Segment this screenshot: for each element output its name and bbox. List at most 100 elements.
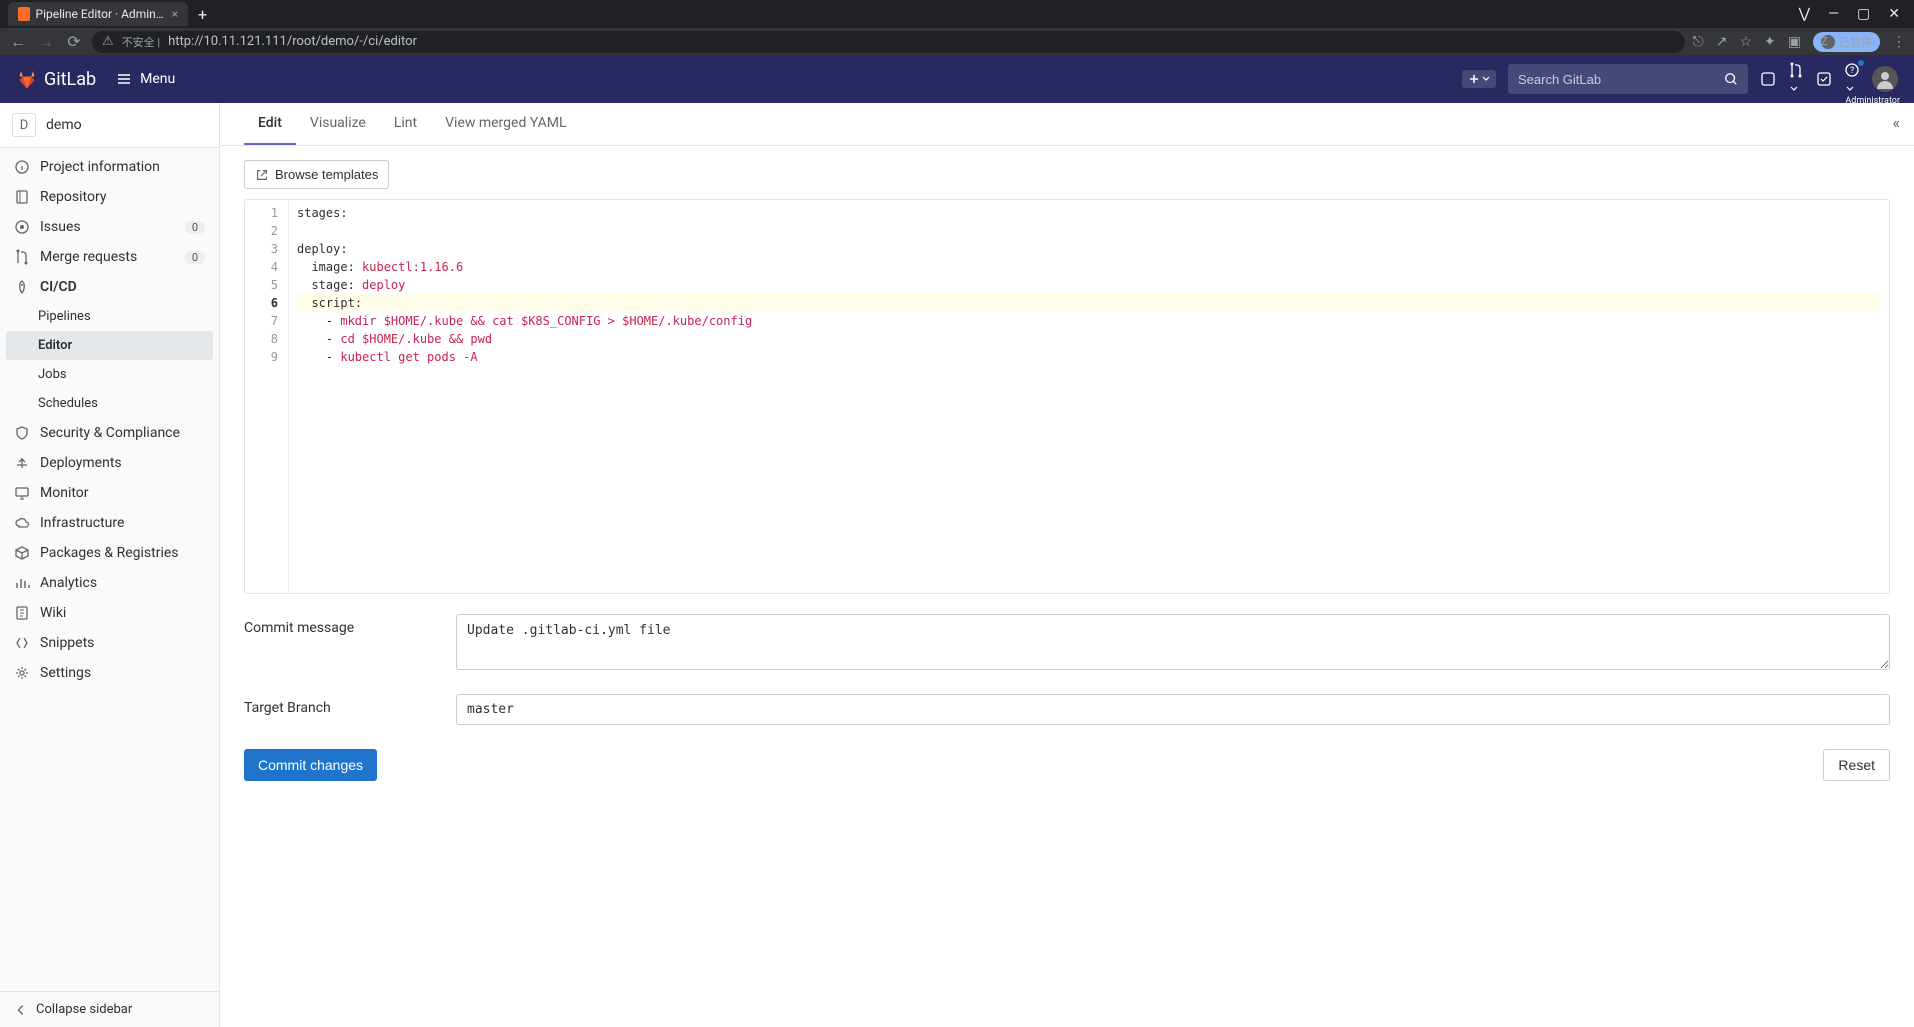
translate-icon[interactable]: ⎋ (1693, 34, 1704, 50)
address-bar[interactable]: ⚠ 不安全 | http://10.11.121.111/root/demo/-… (92, 31, 1685, 53)
sidebar-item-settings[interactable]: Settings (0, 658, 219, 688)
profile-avatar-icon: Z (1821, 35, 1835, 49)
commit-actions: Commit changes Reset (244, 749, 1890, 781)
collapse-right-panel-icon[interactable]: « (1892, 113, 1900, 132)
minimize-icon[interactable]: — (1828, 6, 1839, 22)
sidebar-item-label: Issues (40, 219, 81, 235)
sidebar-item-schedules[interactable]: Schedules (0, 389, 219, 418)
search-icon (1724, 72, 1738, 86)
package-icon (14, 545, 30, 561)
merge-requests-shortcut-icon[interactable] (1788, 62, 1804, 97)
settings-icon (14, 665, 30, 681)
share-icon[interactable]: ↗ (1716, 34, 1728, 50)
project-sidebar: D demo Project information Repository Issu… (0, 103, 220, 1027)
sidebar-item-issues[interactable]: Issues0 (0, 212, 219, 242)
chevron-down-icon (1482, 75, 1490, 83)
user-avatar[interactable]: Administrator (1872, 66, 1898, 92)
back-icon[interactable]: ← (8, 32, 28, 52)
sidebar-item-analytics[interactable]: Analytics (0, 568, 219, 598)
issues-shortcut-icon[interactable] (1760, 71, 1776, 87)
sidepanel-icon[interactable]: ▣ (1788, 34, 1801, 50)
browser-toolbar: ← → ⟳ ⚠ 不安全 | http://10.11.121.111/root/… (0, 28, 1914, 55)
browser-extensions: ⎋ ↗ ☆ ✦ ▣ Z 已暂停 ⋮ (1693, 32, 1906, 52)
close-tab-icon[interactable]: × (172, 7, 178, 21)
search-input[interactable] (1518, 72, 1724, 87)
close-window-icon[interactable]: ✕ (1888, 6, 1900, 22)
reload-icon[interactable]: ⟳ (64, 32, 84, 51)
extensions-icon[interactable]: ✦ (1764, 34, 1776, 50)
sidebar-item-monitor[interactable]: Monitor (0, 478, 219, 508)
forward-icon[interactable]: → (36, 32, 56, 52)
sidebar-item-label: Project information (40, 159, 160, 175)
more-icon[interactable]: ⋁ (1799, 6, 1810, 22)
external-link-icon (255, 168, 269, 182)
collapse-sidebar-button[interactable]: Collapse sidebar (0, 991, 219, 1027)
sidebar-project-header[interactable]: D demo (0, 103, 219, 148)
main-menu-button[interactable]: Menu (116, 71, 175, 87)
browse-templates-label: Browse templates (275, 167, 378, 182)
sidebar-item-editor[interactable]: Editor (6, 331, 213, 360)
sidebar-item-pipelines[interactable]: Pipelines (0, 302, 219, 331)
sidebar-item-packages-registries[interactable]: Packages & Registries (0, 538, 219, 568)
sidebar-item-security-compliance[interactable]: Security & Compliance (0, 418, 219, 448)
sidebar-item-label: Infrastructure (40, 515, 124, 531)
commit-message-input[interactable] (456, 614, 1890, 670)
sidebar-item-project-information[interactable]: Project information (0, 152, 219, 182)
sidebar-item-label: Monitor (40, 485, 89, 501)
deploy-icon (14, 455, 30, 471)
tab-lint[interactable]: Lint (380, 103, 431, 145)
browse-templates-button[interactable]: Browse templates (244, 160, 389, 189)
code-editor[interactable]: 123456789 stages:deploy: image: kubectl:… (244, 199, 1890, 594)
sidebar-nav: Project informationRepositoryIssues0Merg… (0, 148, 219, 991)
sidebar-item-label: Analytics (40, 575, 97, 591)
wiki-icon (14, 605, 30, 621)
code-area[interactable]: stages:deploy: image: kubectl:1.16.6 sta… (289, 200, 1889, 593)
avatar-icon (1875, 69, 1895, 89)
tab-visualize[interactable]: Visualize (296, 103, 380, 145)
target-branch-label: Target Branch (244, 694, 456, 725)
gitlab-logo[interactable]: GitLab (16, 68, 96, 90)
browser-profile-chip[interactable]: Z 已暂停 (1813, 32, 1880, 52)
sidebar-item-jobs[interactable]: Jobs (0, 360, 219, 389)
sidebar-item-label: Wiki (40, 605, 66, 621)
analytics-icon (14, 575, 30, 591)
sidebar-item-repository[interactable]: Repository (0, 182, 219, 212)
gitlab-header: GitLab Menu ? Administrator (0, 55, 1914, 103)
commit-changes-button[interactable]: Commit changes (244, 749, 377, 781)
sidebar-item-label: Merge requests (40, 249, 137, 265)
kebab-menu-icon[interactable]: ⋮ (1892, 34, 1906, 50)
commit-message-row: Commit message (244, 614, 1890, 674)
sidebar-item-label: Editor (38, 338, 72, 353)
sidebar-item-label: Repository (40, 189, 106, 205)
menu-label: Menu (140, 71, 175, 87)
cloud-icon (14, 515, 30, 531)
reset-button[interactable]: Reset (1823, 749, 1890, 781)
browser-tab[interactable]: Pipeline Editor · Administrator × (8, 2, 188, 26)
help-shortcut-icon[interactable]: ? (1844, 62, 1860, 97)
sidebar-item-snippets[interactable]: Snippets (0, 628, 219, 658)
tab-edit[interactable]: Edit (244, 103, 296, 145)
new-tab-button[interactable]: + (188, 5, 217, 24)
sidebar-item-label: Schedules (38, 396, 98, 411)
commit-message-label: Commit message (244, 614, 456, 674)
search-box[interactable] (1508, 64, 1748, 94)
sidebar-item-ci-cd[interactable]: CI/CD (0, 272, 219, 302)
sidebar-item-merge-requests[interactable]: Merge requests0 (0, 242, 219, 272)
maximize-icon[interactable]: ▢ (1857, 6, 1870, 22)
todos-shortcut-icon[interactable] (1816, 71, 1832, 87)
snippets-icon (14, 635, 30, 651)
sidebar-item-label: Security & Compliance (40, 425, 180, 441)
sidebar-item-infrastructure[interactable]: Infrastructure (0, 508, 219, 538)
tab-view-merged-yaml[interactable]: View merged YAML (431, 103, 580, 145)
new-dropdown[interactable] (1462, 70, 1496, 88)
editor-tabs: EditVisualizeLintView merged YAML (220, 103, 1914, 146)
sidebar-item-deployments[interactable]: Deployments (0, 448, 219, 478)
target-branch-input[interactable] (456, 694, 1890, 725)
plus-icon (1468, 73, 1480, 85)
bookmark-icon[interactable]: ☆ (1739, 34, 1752, 50)
sidebar-item-wiki[interactable]: Wiki (0, 598, 219, 628)
rocket-icon (14, 279, 30, 295)
profile-chip-label: 已暂停 (1839, 34, 1872, 50)
gitlab-favicon-icon (18, 7, 30, 21)
issues-icon (14, 219, 30, 235)
